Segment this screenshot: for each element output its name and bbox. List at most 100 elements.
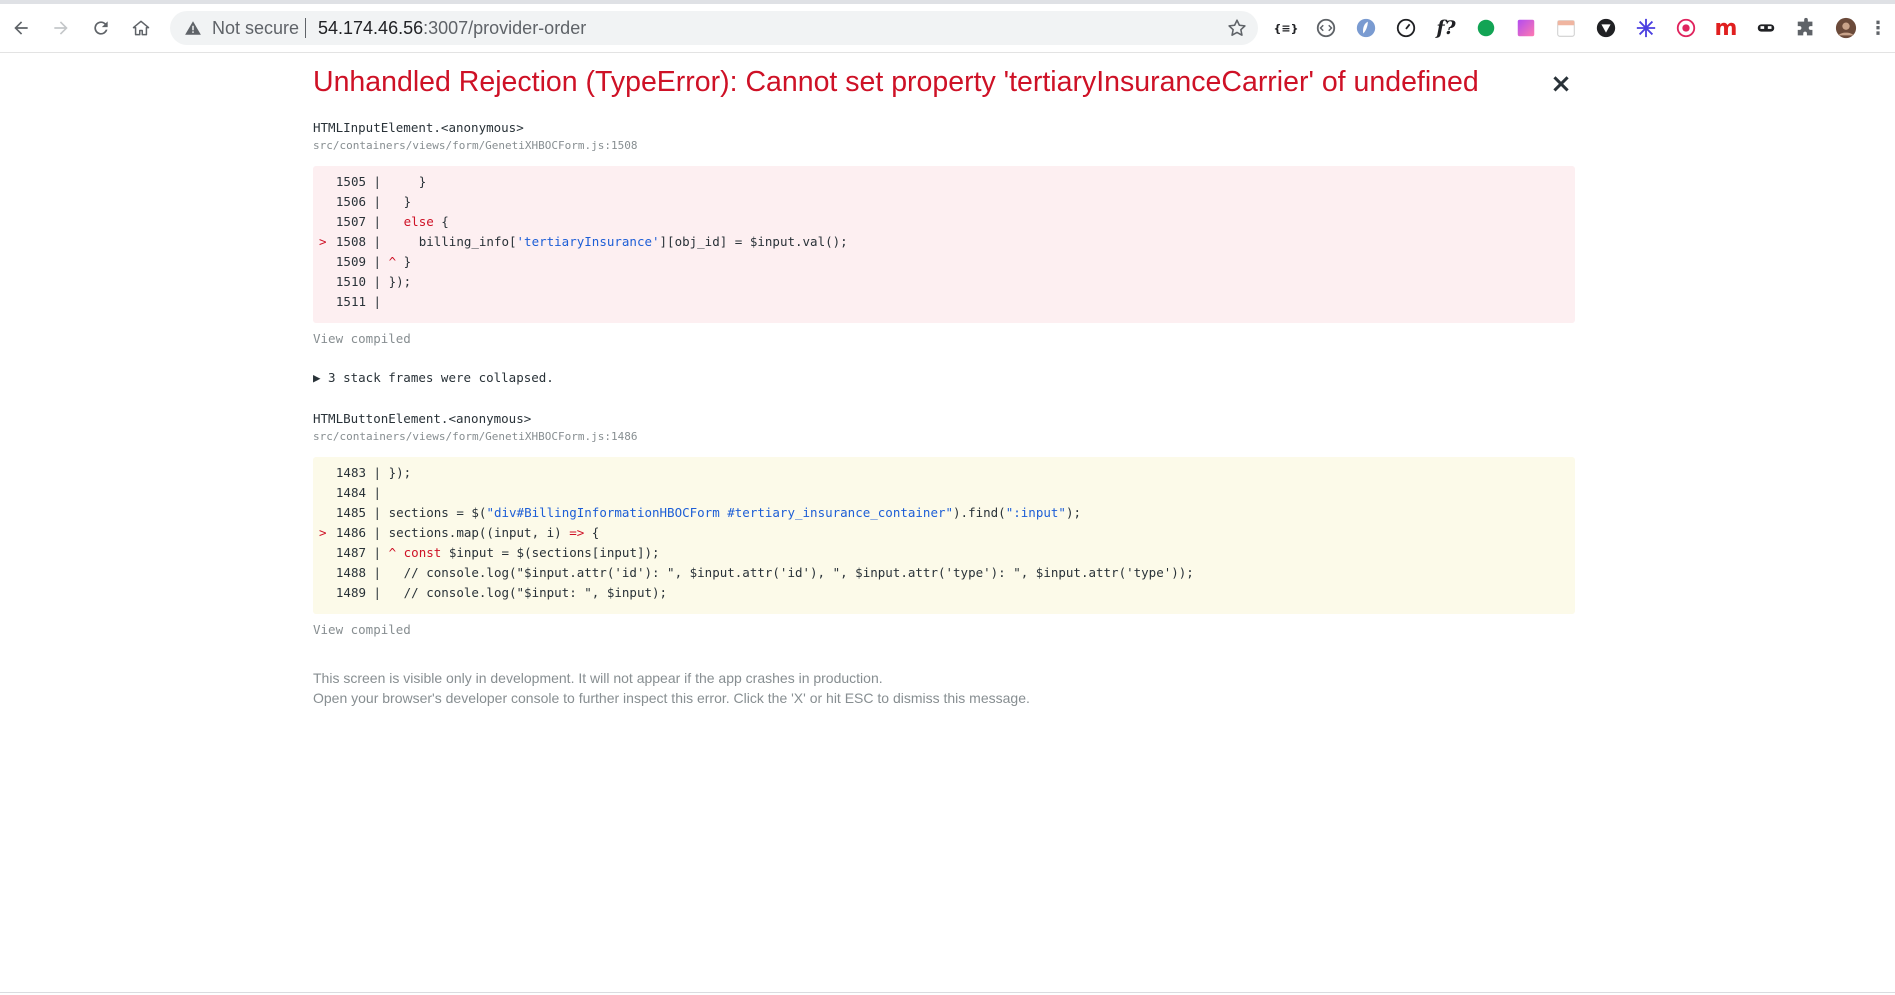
code-token: => xyxy=(569,525,585,540)
snowflake-icon[interactable] xyxy=(1633,15,1659,41)
gutter-bar: | xyxy=(373,485,382,500)
forward-arrow-icon xyxy=(54,21,68,35)
code-token: } xyxy=(388,194,412,209)
code-token: }); xyxy=(388,274,412,289)
code-token: { xyxy=(584,525,600,540)
line-number: 1510 xyxy=(335,274,366,289)
shield-blue-icon[interactable] xyxy=(1353,15,1379,41)
view-compiled-link[interactable]: View compiled xyxy=(313,622,411,637)
line-number: 1506 xyxy=(335,194,366,209)
avatar-icon[interactable] xyxy=(1833,15,1859,41)
bookmark-star-icon[interactable] xyxy=(1226,17,1248,39)
gradient-square-glyph xyxy=(1517,19,1535,37)
collapsed-frames-toggle[interactable]: ▶ 3 stack frames were collapsed. xyxy=(313,370,554,385)
gutter-bar: | xyxy=(373,585,382,600)
code-line: 1510 | }); xyxy=(313,272,411,292)
home-button[interactable] xyxy=(125,12,157,44)
browser-menu-icon[interactable]: ⋮ xyxy=(1869,15,1887,41)
json-viewer-icon[interactable]: {≡} xyxy=(1273,15,1299,41)
gutter-bar: | xyxy=(373,565,382,580)
error-line-marker: > xyxy=(319,525,327,540)
close-button[interactable]: × xyxy=(1546,69,1576,99)
error-caret: ^ xyxy=(388,545,397,560)
line-number: 1484 xyxy=(335,485,366,500)
code-line: 1485 | sections = $("div#BillingInformat… xyxy=(313,503,1081,523)
speedometer-icon[interactable] xyxy=(1393,15,1419,41)
gutter-bar: | xyxy=(373,174,382,189)
code-icon[interactable] xyxy=(1313,15,1339,41)
code-line: 1483 | }); xyxy=(313,463,411,483)
code-line: 1488 | // console.log("$input.attr('id')… xyxy=(313,563,1194,583)
code-token: } xyxy=(396,254,412,269)
code-line: 1509 | ^ } xyxy=(313,252,411,272)
address-bar[interactable]: Not secure 54.174.46.56:3007/provider-or… xyxy=(170,11,1258,45)
code-snippet-block: 1483 | }); 1484 | 1485 | sections = $("di… xyxy=(313,457,1575,614)
function-icon[interactable]: f? xyxy=(1433,15,1459,41)
gutter-bar: | xyxy=(373,294,382,309)
back-button[interactable] xyxy=(5,12,37,44)
code-token: // console.log("$input: ", $input); xyxy=(388,585,668,600)
stack-frame-file[interactable]: src/containers/views/form/GenetiXHBOCFor… xyxy=(313,139,638,152)
code-line: 1487 | ^ const $input = $(sections[input… xyxy=(313,543,660,563)
gutter-bar: | xyxy=(373,525,382,540)
url-text[interactable]: 54.174.46.56:3007/provider-order xyxy=(318,19,586,37)
code-token: } xyxy=(388,174,427,189)
code-snippet-block: 1505 | } 1506 | } 1507 | else {>1508 | bil… xyxy=(313,166,1575,323)
dev-notice-line: Open your browser's developer console to… xyxy=(313,690,1030,706)
reload-button[interactable] xyxy=(85,12,117,44)
green-dot-glyph xyxy=(1477,19,1495,37)
code-token: }); xyxy=(388,465,412,480)
code-token: 'tertiaryInsurance' xyxy=(516,234,660,249)
m-logo-icon[interactable]: m xyxy=(1713,15,1739,41)
code-token: // console.log("$input.attr('id'): ", $i… xyxy=(388,565,1194,580)
code-token: billing_info[ xyxy=(388,234,517,249)
code-token: ][obj_id] = $input.val(); xyxy=(659,234,848,249)
code-token: $input = $(sections[input]); xyxy=(441,545,660,560)
snowflake-glyph xyxy=(1636,18,1656,38)
code-line: 1505 | } xyxy=(313,172,426,192)
line-number: 1488 xyxy=(335,565,366,580)
code-token: sections = $( xyxy=(388,505,487,520)
error-caret: ^ xyxy=(388,254,397,269)
speedometer-glyph xyxy=(1396,18,1416,38)
puzzle-icon[interactable] xyxy=(1793,15,1819,41)
gradient-square-icon[interactable] xyxy=(1513,15,1539,41)
vpn-icon[interactable] xyxy=(1593,15,1619,41)
code-line: 1484 | xyxy=(313,483,389,503)
code-line: >1508 | billing_info['tertiaryInsurance'… xyxy=(313,232,848,252)
forward-button[interactable] xyxy=(45,12,77,44)
mask-glyph xyxy=(1757,24,1775,32)
browser-toolbar: Not secure 54.174.46.56:3007/provider-or… xyxy=(0,4,1895,53)
calendar-icon[interactable] xyxy=(1553,15,1579,41)
stack-frame-file[interactable]: src/containers/views/form/GenetiXHBOCFor… xyxy=(313,430,638,443)
mask-icon[interactable] xyxy=(1753,15,1779,41)
target-glyph xyxy=(1676,18,1696,38)
gutter-bar: | xyxy=(373,505,382,520)
security-status[interactable]: Not secure xyxy=(212,19,299,37)
target-icon[interactable] xyxy=(1673,15,1699,41)
gutter-bar: | xyxy=(373,234,382,249)
stack-frame-function: HTMLButtonElement.<anonymous> xyxy=(313,411,532,426)
code-line: 1511 | xyxy=(313,292,389,312)
calendar-glyph xyxy=(1557,20,1575,37)
code-icon-glyph xyxy=(1316,18,1336,38)
code-token: ); xyxy=(1065,505,1081,520)
gutter-bar: | xyxy=(373,274,382,289)
back-arrow-icon xyxy=(14,21,28,35)
code-token: else xyxy=(403,214,434,229)
code-token: { xyxy=(433,214,449,229)
url-host: 54.174.46.56 xyxy=(318,18,424,38)
vpn-glyph xyxy=(1596,18,1616,38)
green-dot-icon[interactable] xyxy=(1473,15,1499,41)
code-line: 1489 | // console.log("$input: ", $input… xyxy=(313,583,667,603)
line-number: 1487 xyxy=(335,545,366,560)
home-icon xyxy=(132,20,150,36)
line-number: 1509 xyxy=(335,254,366,269)
error-line-marker: > xyxy=(319,234,327,249)
view-compiled-link[interactable]: View compiled xyxy=(313,331,411,346)
gutter-bar: | xyxy=(373,465,382,480)
dev-notice-line: This screen is visible only in developme… xyxy=(313,670,883,686)
code-line: 1507 | else { xyxy=(313,212,449,232)
